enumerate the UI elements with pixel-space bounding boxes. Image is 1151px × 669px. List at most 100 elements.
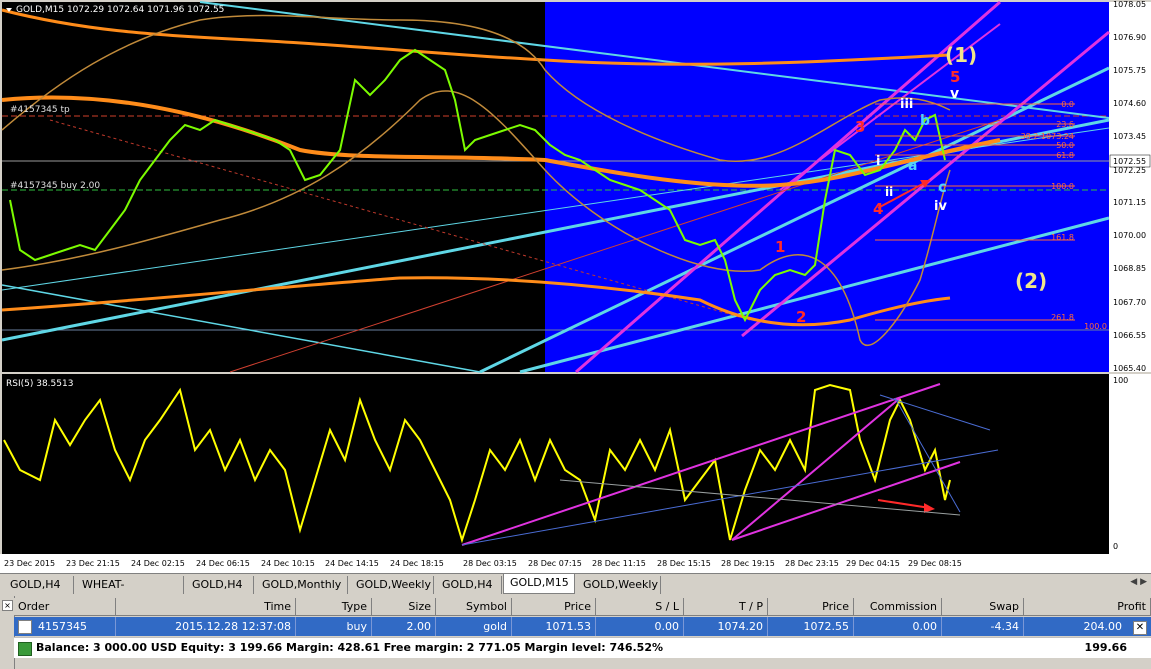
cell-size: 2.00: [372, 617, 436, 636]
fib-500: 50.0: [1056, 141, 1074, 150]
wave-label-1-big: (1): [945, 43, 977, 67]
balance-icon: [18, 642, 32, 656]
tab-gold-weekly[interactable]: GOLD,Weekly: [350, 576, 434, 594]
wave-label-i: i: [876, 154, 880, 169]
fib-1618: 161.8: [1051, 233, 1074, 242]
col-swap[interactable]: Swap: [942, 598, 1024, 616]
price-tick: 1076.90: [1113, 33, 1146, 42]
rsi-tick-0: 0: [1113, 542, 1118, 551]
wave-label-iv: iv: [934, 199, 947, 214]
terminal-close-icon[interactable]: ×: [2, 600, 13, 611]
time-tick: 24 Dec 02:15: [131, 559, 185, 568]
cell-commission: 0.00: [854, 617, 942, 636]
col-commission[interactable]: Commission: [854, 598, 942, 616]
fib-382: 38.2 1073.24: [1021, 132, 1074, 141]
tab-gold-m15[interactable]: GOLD,M15: [503, 574, 575, 594]
rsi-label: RSI(5) 38.5513: [6, 379, 73, 389]
wave-label-c: c: [938, 178, 947, 196]
price-tick: 1078.05: [1113, 0, 1146, 9]
col-size[interactable]: Size: [372, 598, 436, 616]
wave-label-a: a: [908, 158, 917, 174]
time-tick: 24 Dec 18:15: [390, 559, 444, 568]
tab-gold-h4[interactable]: GOLD,H4: [4, 576, 74, 594]
order-icon: [18, 620, 32, 634]
wave-label-1: 1: [775, 238, 785, 256]
col-symbol[interactable]: Symbol: [436, 598, 512, 616]
balance-row: Balance: 3 000.00 USD Equity: 3 199.66 M…: [14, 637, 1151, 658]
col-time[interactable]: Time: [116, 598, 296, 616]
price-tick: 1066.55: [1113, 331, 1146, 340]
terminal-panel: × Order Time Type Size Symbol Price S / …: [0, 596, 1151, 669]
chart-title: GOLD,M15 1072.29 1072.64 1071.96 1072.55: [16, 5, 224, 15]
time-tick: 29 Dec 04:15: [846, 559, 900, 568]
rsi-scale: [1109, 374, 1151, 554]
fib-1000: 100.0: [1051, 182, 1074, 191]
fib-236: 23.6: [1056, 120, 1074, 129]
price-tick: 1074.60: [1113, 99, 1146, 108]
wave-label-v: v: [950, 86, 959, 102]
tab-gold-weekly-2[interactable]: GOLD,Weekly: [577, 576, 661, 594]
balance-summary: Balance: 3 000.00 USD Equity: 3 199.66 M…: [36, 641, 663, 654]
time-tick: 28 Dec 15:15: [657, 559, 711, 568]
col-price[interactable]: Price: [512, 598, 596, 616]
fib-2618: 261.8: [1051, 313, 1074, 322]
cell-profit: 204.00: [1083, 620, 1123, 633]
price-tick: 1068.85: [1113, 264, 1146, 273]
col-profit[interactable]: Profit: [1024, 598, 1151, 616]
price-tick: 1067.70: [1113, 298, 1146, 307]
col-sl[interactable]: S / L: [596, 598, 684, 616]
wave-label-ii: ii: [885, 185, 893, 199]
price-tick: 1071.15: [1113, 198, 1146, 207]
time-tick: 24 Dec 10:15: [261, 559, 315, 568]
close-order-icon[interactable]: ✕: [1133, 621, 1147, 635]
col-type[interactable]: Type: [296, 598, 372, 616]
col-order[interactable]: Order: [14, 598, 116, 616]
price-tick: 1065.40: [1113, 364, 1146, 373]
current-price: 1072.55: [1113, 157, 1146, 166]
time-tick: 23 Dec 21:15: [66, 559, 120, 568]
balance-profit: 199.66: [1084, 641, 1127, 654]
price-scale: [1109, 2, 1151, 372]
tab-scroll-icon[interactable]: ◀ ▶: [1130, 577, 1147, 587]
price-tick: 1072.25: [1113, 166, 1146, 175]
time-tick: 28 Dec 03:15: [463, 559, 517, 568]
symbol-tab-bar: GOLD,H4 WHEAT-MAR16,H1 GOLD,H4 GOLD,Mont…: [0, 573, 1151, 609]
time-tick: 28 Dec 11:15: [592, 559, 646, 568]
wave-label-2: 2: [796, 308, 806, 326]
cell-time: 2015.12.28 12:37:08: [116, 617, 296, 636]
table-row[interactable]: 4157345 2015.12.28 12:37:08 buy 2.00 gol…: [14, 617, 1151, 636]
fib-1000b: 100.0: [1084, 322, 1107, 331]
terminal-side-bar: ×: [0, 596, 15, 669]
tab-gold-h4-3[interactable]: GOLD,H4: [436, 576, 502, 594]
col-tp[interactable]: T / P: [684, 598, 768, 616]
fib-0: 0.0: [1061, 100, 1074, 109]
wave-label-2-big: (2): [1015, 269, 1047, 293]
time-tick: 24 Dec 14:15: [325, 559, 379, 568]
order-tp-label: #4157345 tp: [10, 105, 70, 115]
wave-label-4: 4: [873, 200, 883, 218]
cell-symbol: gold: [436, 617, 512, 636]
time-tick: 28 Dec 07:15: [528, 559, 582, 568]
price-tick: 1070.00: [1113, 231, 1146, 240]
chart-area[interactable]: 0.0 23.6 38.2 1073.24 50.0 61.8 100.0 16…: [0, 0, 1151, 573]
time-tick: 28 Dec 19:15: [721, 559, 775, 568]
col-current-price[interactable]: Price: [768, 598, 854, 616]
fib-618: 61.8: [1056, 151, 1074, 160]
rsi-panel: [2, 374, 1109, 554]
tab-gold-h4-2[interactable]: GOLD,H4: [186, 576, 254, 594]
time-tick: 23 Dec 2015: [4, 559, 55, 568]
order-buy-label: #4157345 buy 2.00: [10, 181, 100, 191]
cell-swap: -4.34: [942, 617, 1024, 636]
rsi-tick-100: 100: [1113, 376, 1128, 385]
cell-current-price: 1072.55: [768, 617, 854, 636]
wave-label-3: 3: [855, 118, 865, 136]
terminal-header: Order Time Type Size Symbol Price S / L …: [14, 598, 1151, 616]
time-tick: 29 Dec 08:15: [908, 559, 962, 568]
tab-wheat-h1[interactable]: WHEAT-MAR16,H1: [76, 576, 184, 609]
price-tick: 1075.75: [1113, 66, 1146, 75]
cell-tp: 1074.20: [684, 617, 768, 636]
tab-gold-monthly[interactable]: GOLD,Monthly: [256, 576, 348, 594]
time-tick: 28 Dec 23:15: [785, 559, 839, 568]
wave-label-5: 5: [950, 68, 960, 86]
cell-price: 1071.53: [512, 617, 596, 636]
